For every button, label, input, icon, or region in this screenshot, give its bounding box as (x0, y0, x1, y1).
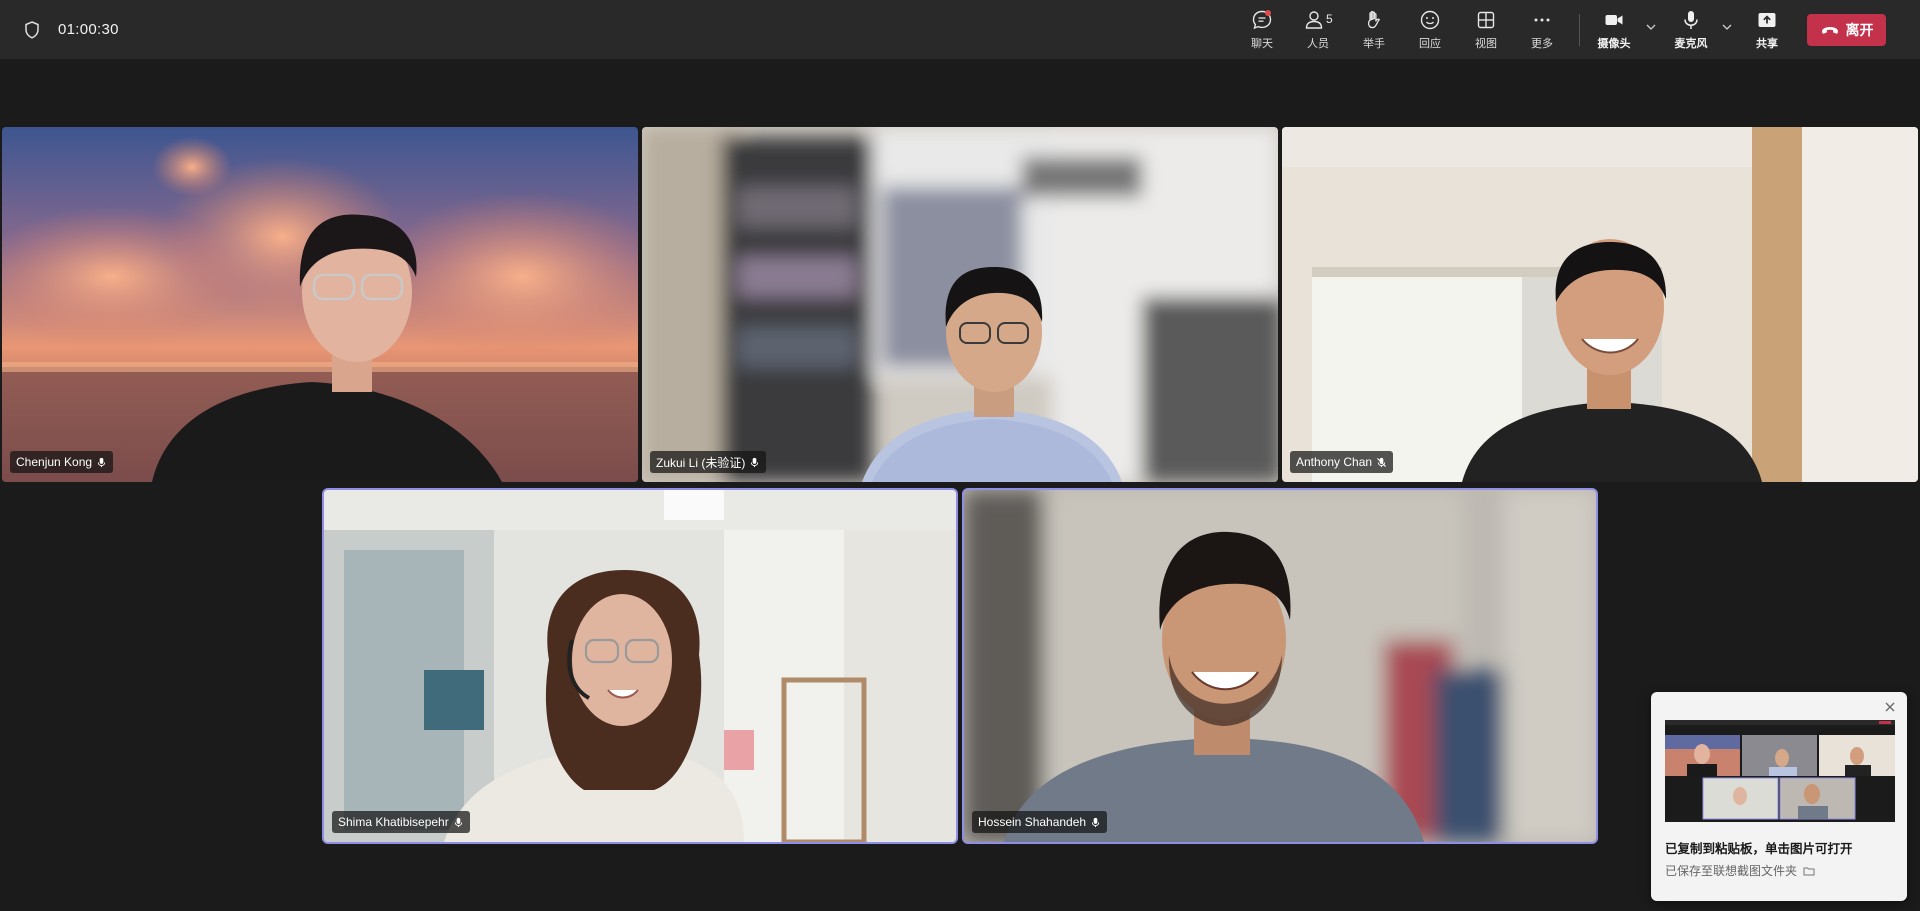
microphone-icon (454, 817, 462, 827)
toast-title: 已复制到粘贴板，单击图片可打开 (1665, 842, 1853, 856)
camera-options-chevron-icon[interactable] (1644, 20, 1658, 34)
participant-name: Shima Khatibisepehr (338, 815, 449, 829)
microphone-icon (97, 457, 106, 467)
screenshot-preview-image (1665, 720, 1895, 822)
toast-subtitle-row[interactable]: 已保存至联想截图文件夹 (1665, 862, 1815, 879)
participant-name: Zukui Li (未验证) (656, 455, 746, 470)
screenshot-toast[interactable]: 已复制到粘贴板，单击图片可打开 已保存至联想截图文件夹 (1651, 692, 1907, 901)
participant-name-tag: Shima Khatibisepehr (332, 811, 470, 833)
close-icon[interactable] (1883, 700, 1897, 714)
video-tile-zukui-li[interactable]: Zukui Li (未验证) (642, 127, 1278, 482)
toast-subtitle: 已保存至联想截图文件夹 (1665, 864, 1798, 878)
grid-icon (1477, 11, 1495, 29)
camera-icon (1605, 15, 1623, 25)
folder-icon (1803, 867, 1815, 875)
video-tile-anthony-chan[interactable]: Anthony Chan (1282, 127, 1918, 482)
hand-icon (1367, 10, 1380, 29)
more-label: 更多 (1531, 38, 1553, 50)
microphone-label: 麦克风 (1674, 38, 1708, 50)
people-icon (1305, 11, 1323, 29)
participant-name-tag: Anthony Chan (1290, 451, 1394, 473)
participant-video (1282, 127, 1918, 482)
chat-button[interactable]: 聊天 (1235, 8, 1289, 54)
shield-icon[interactable] (22, 20, 42, 40)
unread-badge (1265, 10, 1271, 16)
ellipsis-icon (1534, 18, 1550, 22)
participant-name: Anthony Chan (1296, 455, 1373, 469)
smiley-icon (1420, 10, 1440, 30)
meeting-toolbar: 01:00:30 聊天 5 人员 举手 回应 视图 更多 摄像头 麦克风 共享 … (0, 0, 1920, 59)
microphone-icon (1684, 11, 1698, 29)
react-label: 回应 (1419, 38, 1441, 50)
meeting-timer: 01:00:30 (58, 21, 119, 38)
phone-hangup-icon (1821, 27, 1838, 34)
react-button[interactable]: 回应 (1403, 8, 1457, 54)
view-button[interactable]: 视图 (1459, 8, 1513, 54)
video-tile-hossein-shahandeh[interactable]: Hossein Shahandeh (962, 488, 1598, 844)
people-count: 5 (1326, 12, 1333, 26)
raise-hand-button[interactable]: 举手 (1347, 8, 1401, 54)
toolbar-divider (1579, 14, 1580, 46)
people-button[interactable]: 5 人员 (1291, 8, 1345, 54)
screenshot-thumbnail[interactable] (1665, 720, 1895, 822)
share-button[interactable]: 共享 (1740, 8, 1794, 54)
participant-video (964, 490, 1596, 842)
participant-video (2, 127, 638, 482)
video-tile-shima-khatibisepehr[interactable]: Shima Khatibisepehr (322, 488, 958, 844)
participant-video (324, 490, 956, 842)
camera-button[interactable]: 摄像头 (1587, 8, 1641, 54)
raise-hand-label: 举手 (1363, 38, 1385, 50)
view-label: 视图 (1475, 38, 1497, 50)
share-icon (1758, 13, 1776, 27)
microphone-icon (751, 457, 759, 467)
participant-name-tag: Chenjun Kong (10, 451, 114, 473)
video-tile-chenjun-kong[interactable]: Chenjun Kong (2, 127, 638, 482)
chat-label: 聊天 (1251, 38, 1273, 50)
microphone-options-chevron-icon[interactable] (1720, 20, 1734, 34)
camera-label: 摄像头 (1597, 38, 1631, 50)
leave-button[interactable]: 离开 (1807, 14, 1886, 46)
participant-name-tag: Zukui Li (未验证) (650, 451, 767, 473)
participant-name: Hossein Shahandeh (978, 815, 1087, 829)
microphone-off-icon (1377, 457, 1387, 467)
participant-name: Chenjun Kong (16, 455, 93, 469)
participant-name-tag: Hossein Shahandeh (972, 811, 1108, 833)
leave-label: 离开 (1845, 22, 1874, 38)
share-label: 共享 (1756, 38, 1778, 50)
microphone-icon (1091, 817, 1100, 827)
participant-video (642, 127, 1278, 482)
more-button[interactable]: 更多 (1515, 8, 1569, 54)
people-label: 人员 (1307, 38, 1329, 50)
microphone-button[interactable]: 麦克风 (1664, 8, 1718, 54)
